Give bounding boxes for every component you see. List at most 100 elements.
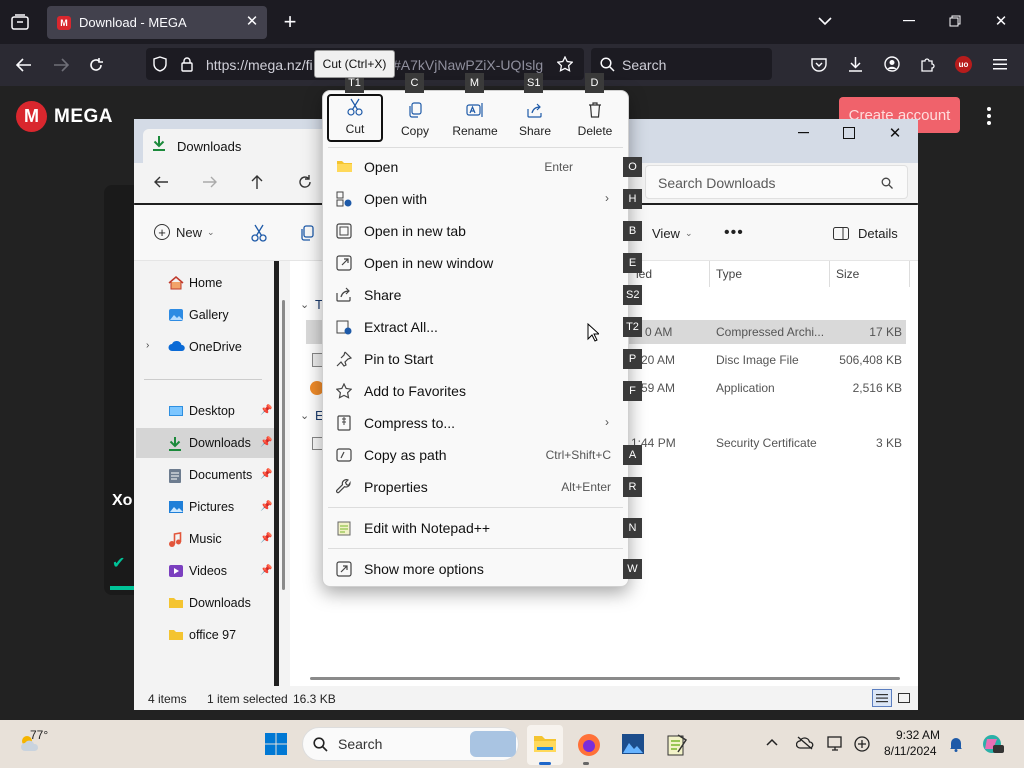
firefox-taskbar-icon[interactable] [577, 733, 601, 757]
explorer-maximize-icon[interactable] [838, 124, 860, 142]
explorer-forward-icon[interactable] [199, 173, 219, 191]
toolbar-copy-icon[interactable] [297, 223, 317, 243]
details-view-icon[interactable] [872, 689, 892, 707]
see-more-icon[interactable]: ••• [724, 224, 744, 242]
explorer-close-icon[interactable]: ✕ [884, 124, 906, 142]
menu-item-compress-to[interactable]: Compress to... › [328, 408, 623, 438]
browser-search-box[interactable] [591, 48, 772, 80]
column-header-type[interactable]: Type [716, 267, 742, 281]
photo-app-taskbar-icon[interactable] [621, 733, 645, 755]
menu-item-label: Open in new window [364, 255, 494, 271]
menu-item-copy-as-path[interactable]: Copy as path Ctrl+Shift+C [328, 440, 623, 470]
weather-temperature[interactable]: 77° [30, 728, 48, 742]
nav-item-onedrive[interactable]: › OneDrive [136, 332, 274, 362]
taskbar-date[interactable]: 8/11/2024 [884, 744, 937, 758]
mega-logo-text[interactable]: MEGA [54, 106, 113, 128]
restore-window-icon[interactable] [947, 14, 963, 28]
column-divider[interactable] [709, 261, 710, 287]
hamburger-menu-icon[interactable] [991, 56, 1009, 72]
horizontal-scrollbar[interactable] [310, 677, 900, 680]
menu-item-open-in-new-tab[interactable]: Open in new tab [328, 216, 623, 246]
display-settings-icon[interactable] [827, 736, 845, 752]
url-text-tail: #A7kVjNawPZiX-UQIslg [393, 57, 544, 73]
nav-item-downloads-folder[interactable]: Downloads [136, 588, 274, 618]
tab-list-icon[interactable] [10, 12, 30, 32]
rename-action-button[interactable]: Rename [447, 94, 503, 142]
notepad-plus-plus-taskbar-icon[interactable] [664, 733, 690, 757]
new-button[interactable]: + New ⌄ [154, 224, 215, 240]
extensions-puzzle-icon[interactable] [919, 55, 937, 73]
menu-item-add-to-favorites[interactable]: Add to Favorites [328, 376, 623, 406]
account-icon[interactable] [883, 55, 901, 73]
tiles-view-icon[interactable] [895, 689, 913, 707]
nav-item-gallery[interactable]: Gallery [136, 300, 274, 330]
nav-item-downloads-selected[interactable]: Downloads 📌 [136, 428, 274, 458]
explorer-up-icon[interactable] [247, 172, 267, 192]
copilot-icon[interactable] [979, 731, 1005, 757]
view-button[interactable]: View ⌄ [638, 226, 693, 241]
close-tab-icon[interactable]: ✕ [245, 13, 259, 30]
back-arrow-icon[interactable] [14, 55, 34, 75]
new-tab-icon[interactable]: + [280, 9, 300, 34]
menu-item-open[interactable]: Open Enter [328, 152, 623, 182]
mega-logo-icon[interactable]: M [16, 101, 47, 132]
menu-item-label: Pin to Start [364, 351, 434, 367]
nav-scrollbar[interactable] [282, 300, 285, 590]
minimize-window-icon[interactable] [901, 14, 917, 28]
cloud-sync-off-icon[interactable] [796, 736, 814, 752]
downloads-icon[interactable] [846, 55, 864, 73]
nav-item-videos[interactable]: Videos 📌 [136, 556, 274, 586]
active-app-indicator [539, 762, 551, 765]
reload-icon[interactable] [86, 55, 106, 75]
nav-item-pictures[interactable]: Pictures 📌 [136, 492, 274, 522]
explorer-refresh-icon[interactable] [295, 172, 315, 192]
column-header-size[interactable]: Size [836, 267, 859, 281]
column-divider[interactable] [909, 261, 910, 287]
taskbar-clock-time[interactable]: 9:32 AM [892, 728, 940, 742]
notifications-bell-icon[interactable] [949, 736, 965, 752]
group-collapse-chevron-icon[interactable]: ⌄ [300, 409, 309, 422]
forward-arrow-icon[interactable] [51, 55, 71, 75]
expand-chevron-icon[interactable]: › [146, 340, 149, 351]
menu-item-show-more-options[interactable]: Show more options [328, 554, 623, 584]
file-explorer-taskbar-icon[interactable] [533, 733, 557, 755]
explorer-search-input[interactable]: Search Downloads [645, 165, 908, 199]
nav-item-home[interactable]: Home [136, 268, 274, 298]
column-divider[interactable] [829, 261, 830, 287]
network-volume-status-icon[interactable] [852, 735, 872, 753]
toolbar-cut-icon[interactable] [249, 223, 269, 243]
menu-item-properties[interactable]: Properties Alt+Enter [328, 472, 623, 502]
nav-item-desktop[interactable]: Desktop 📌 [136, 396, 274, 426]
lock-icon[interactable] [178, 55, 196, 73]
browser-tab[interactable]: M Download - MEGA [47, 6, 267, 39]
details-pane-button[interactable]: Details [833, 226, 898, 241]
cut-action-button[interactable]: Cut [327, 94, 383, 142]
bookmark-star-icon[interactable] [556, 55, 574, 73]
nav-item-documents[interactable]: Documents 📌 [136, 460, 274, 490]
menu-item-pin-to-start[interactable]: Pin to Start [328, 344, 623, 374]
close-window-icon[interactable]: ✕ [993, 13, 1009, 30]
menu-item-open-in-new-window[interactable]: Open in new window [328, 248, 623, 278]
delete-action-button[interactable]: Delete [567, 94, 623, 142]
ublock-origin-icon[interactable]: uo [955, 56, 972, 73]
explorer-back-icon[interactable] [151, 173, 171, 191]
share-action-button[interactable]: Share [507, 94, 563, 142]
pocket-icon[interactable] [810, 55, 828, 73]
show-hidden-icons-chevron-icon[interactable] [766, 738, 780, 748]
copy-action-button[interactable]: Copy [387, 94, 443, 142]
menu-item-open-with[interactable]: Open with › [328, 184, 623, 214]
windows-start-icon[interactable] [264, 732, 288, 756]
mega-favicon-icon: M [57, 15, 71, 30]
explorer-minimize-icon[interactable] [792, 124, 814, 142]
new-window-icon [336, 255, 353, 272]
tracking-protection-shield-icon[interactable] [151, 55, 169, 73]
nav-item-music[interactable]: Music 📌 [136, 524, 274, 554]
more-options-icon[interactable] [986, 106, 998, 128]
group-collapse-chevron-icon[interactable]: ⌄ [300, 298, 309, 311]
nav-item-office97[interactable]: office 97 [136, 620, 274, 650]
menu-item-extract-all[interactable]: Extract All... [328, 312, 623, 342]
list-all-tabs-icon[interactable] [816, 14, 834, 28]
menu-item-edit-with-notepad-plus-plus[interactable]: Edit with Notepad++ [328, 513, 623, 543]
explorer-tab[interactable]: Downloads [143, 129, 343, 163]
menu-item-share[interactable]: Share [328, 280, 623, 310]
